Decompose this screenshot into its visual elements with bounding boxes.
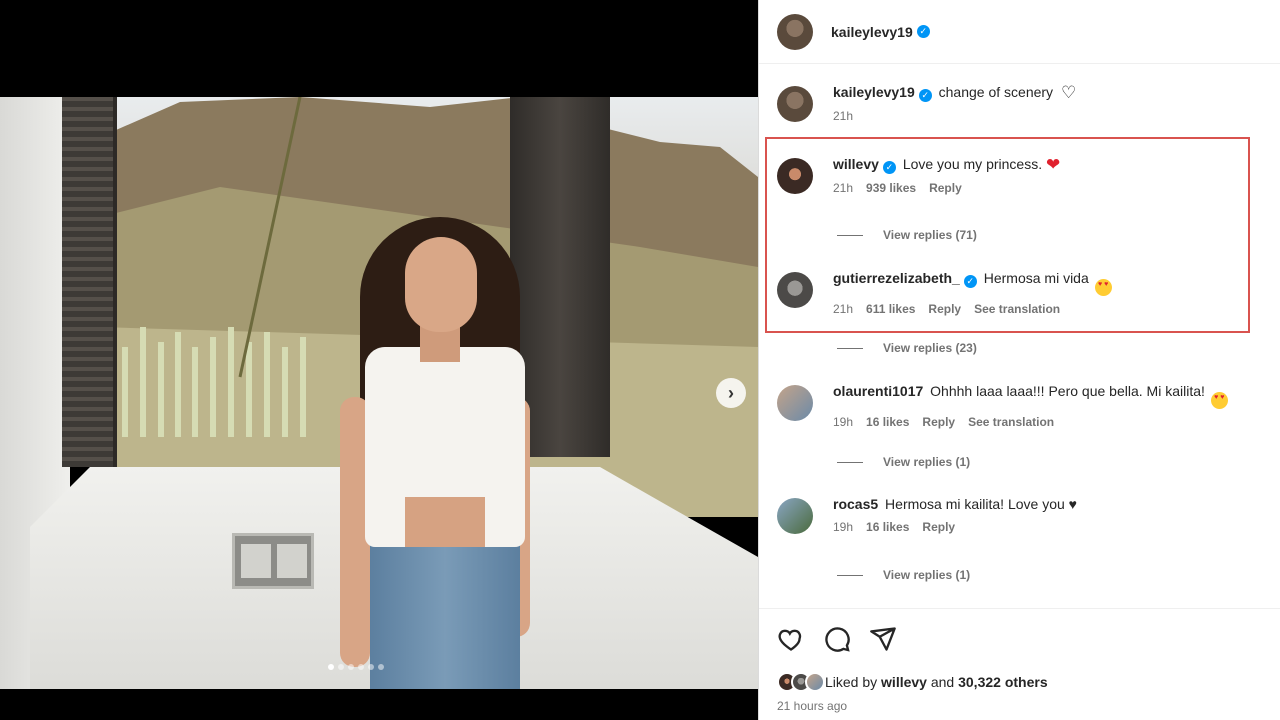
- heart-eyes-emoji-icon: ♥ ♥: [1210, 392, 1228, 409]
- comment-time: 21h: [833, 181, 854, 195]
- comment-likes[interactable]: 611 likes: [866, 302, 915, 316]
- verified-badge-icon: ✓: [918, 89, 932, 102]
- reply-button[interactable]: Reply: [922, 415, 955, 429]
- comment-text: Ohhhh laaa laaa!!! Pero que bella. Mi ka…: [930, 383, 1205, 399]
- comment-username[interactable]: willevy: [833, 156, 879, 172]
- verified-badge-icon: ✓: [963, 275, 977, 288]
- paper-plane-icon[interactable]: [869, 625, 897, 653]
- carousel-dot: [328, 664, 334, 670]
- comment-likes[interactable]: 939 likes: [866, 181, 916, 195]
- comment-username[interactable]: gutierrezelizabeth_: [833, 270, 960, 286]
- media-panel: ›: [0, 0, 758, 720]
- post-header: kaileylevy19 ✓: [759, 0, 1280, 64]
- carousel-dot: [358, 664, 364, 670]
- carousel-dot: [338, 664, 344, 670]
- carousel-dot: [348, 664, 354, 670]
- avatar[interactable]: [777, 498, 813, 534]
- comment-username[interactable]: olaurenti1017: [833, 383, 923, 399]
- author-username[interactable]: kaileylevy19: [831, 24, 913, 40]
- comment-text: Love you my princess.: [902, 156, 1043, 172]
- view-replies-label: View replies (23): [883, 341, 977, 355]
- view-replies-button[interactable]: View replies (23): [837, 341, 977, 355]
- comment-item: olaurenti1017 Ohhhh laaa laaa!!! Pero qu…: [777, 381, 1267, 429]
- photo-person-face: [405, 237, 477, 332]
- comment-likes[interactable]: 16 likes: [866, 415, 909, 429]
- post-photo: [0, 97, 758, 689]
- comment-item: gutierrezelizabeth_ ✓ Hermosa mi vida ♥ ♥…: [777, 268, 1267, 316]
- comment-item: rocas5 Hermosa mi kailita! Love you ♥ 19…: [777, 494, 1267, 534]
- divider-line: [837, 347, 863, 349]
- comment-likes[interactable]: 16 likes: [866, 520, 909, 534]
- view-replies-label: View replies (71): [883, 228, 977, 242]
- verified-badge-icon: ✓: [916, 25, 930, 38]
- photo-shutter: [62, 97, 117, 467]
- see-translation-button[interactable]: See translation: [974, 302, 1060, 316]
- divider-line: [837, 234, 863, 236]
- avatar[interactable]: [777, 158, 813, 194]
- comment-time: 19h: [833, 415, 854, 429]
- view-replies-label: View replies (1): [883, 455, 971, 469]
- avatar: [805, 672, 825, 692]
- avatar[interactable]: [777, 86, 813, 122]
- liked-by-and: and: [930, 674, 955, 690]
- avatar[interactable]: [777, 13, 813, 50]
- reply-button[interactable]: Reply: [928, 302, 961, 316]
- speech-bubble-icon[interactable]: [823, 625, 851, 653]
- reply-button[interactable]: Reply: [922, 520, 955, 534]
- comment-item: willevy ✓ Love you my princess. ❤ 21h 939…: [777, 154, 1267, 195]
- see-translation-button[interactable]: See translation: [968, 415, 1054, 429]
- photo-person-jeans: [370, 537, 520, 689]
- comment-text: Hermosa mi vida: [983, 270, 1089, 286]
- comment-time: 21h: [833, 302, 854, 316]
- avatar[interactable]: [777, 385, 813, 421]
- chevron-right-icon[interactable]: ›: [716, 378, 746, 408]
- liked-by-summary[interactable]: Liked by willevy and 30,322 others: [777, 672, 1048, 692]
- instagram-post-view: › kaileylevy19 ✓ kaileylevy19 ✓ change of…: [0, 0, 1280, 720]
- view-replies-button[interactable]: View replies (71): [837, 228, 977, 242]
- view-replies-button[interactable]: View replies (1): [837, 455, 970, 469]
- photo-light-switch: [232, 533, 314, 589]
- heart-outline-icon[interactable]: ♡: [1061, 83, 1076, 103]
- carousel-dot: [368, 664, 374, 670]
- caption-time: 21h: [833, 109, 854, 123]
- post-timestamp: 21 hours ago: [777, 699, 848, 713]
- caption: kaileylevy19 ✓ change of scenery ♡ 21h: [777, 82, 1267, 123]
- carousel-dot: [378, 664, 384, 670]
- liked-by-user[interactable]: willevy: [881, 674, 927, 690]
- liked-by-prefix: Liked by: [825, 674, 878, 690]
- liked-by-others[interactable]: 30,322 others: [958, 674, 1048, 690]
- comment-time: 19h: [833, 520, 854, 534]
- divider-line: [837, 461, 863, 463]
- comment-text: Hermosa mi kailita! Love you ♥: [885, 496, 1077, 512]
- verified-badge-icon: ✓: [882, 161, 896, 174]
- post-actions: Liked by willevy and 30,322 others 21 ho…: [759, 608, 1280, 720]
- view-replies-label: View replies (1): [883, 568, 971, 582]
- divider-line: [837, 574, 863, 576]
- reply-button[interactable]: Reply: [929, 181, 962, 195]
- caption-text: change of scenery: [938, 84, 1054, 100]
- avatar[interactable]: [777, 272, 813, 308]
- comment-username[interactable]: rocas5: [833, 496, 878, 512]
- red-heart-icon: ❤: [1046, 155, 1061, 174]
- comments-panel: kaileylevy19 ✓ kaileylevy19 ✓ change of s…: [758, 0, 1280, 720]
- photo-person-midriff: [405, 497, 485, 547]
- carousel-dots: [328, 664, 384, 670]
- heart-outline-icon[interactable]: [777, 625, 805, 653]
- heart-eyes-emoji-icon: ♥ ♥: [1094, 279, 1112, 296]
- caption-username[interactable]: kaileylevy19: [833, 84, 915, 100]
- view-replies-button[interactable]: View replies (1): [837, 568, 970, 582]
